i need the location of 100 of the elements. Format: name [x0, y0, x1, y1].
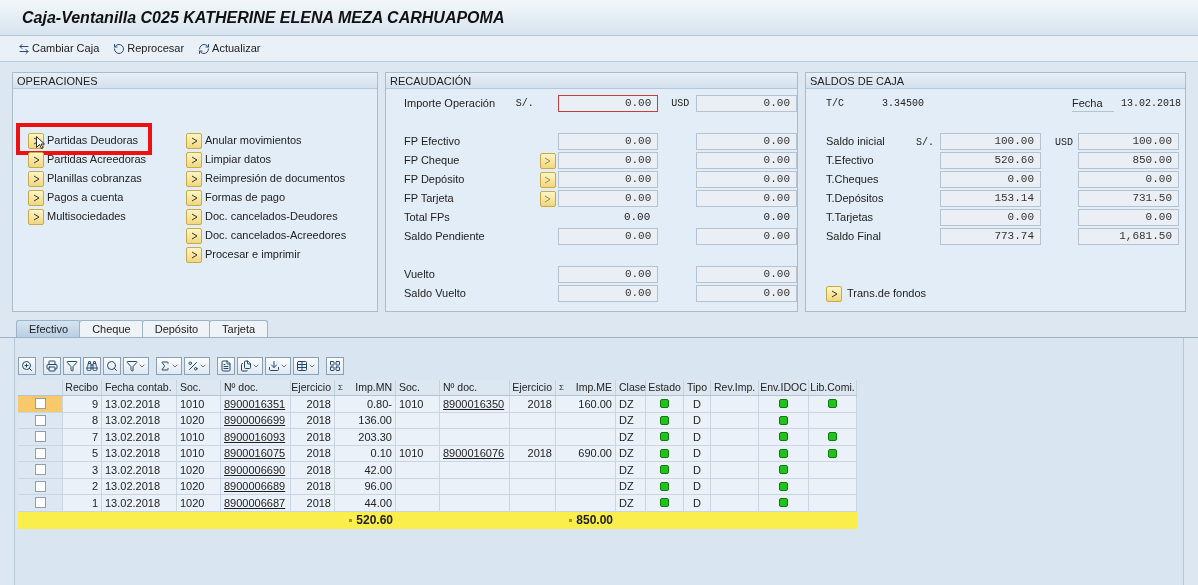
column-header[interactable]: Ejercicio: [291, 379, 331, 396]
operation-label[interactable]: Partidas Deudoras: [47, 132, 139, 149]
row-selector[interactable]: [18, 462, 63, 478]
amount-field[interactable]: 0.00: [557, 228, 659, 245]
transfer-label[interactable]: Trans.de fondos: [847, 285, 927, 302]
amount-field[interactable]: 0.00: [696, 171, 797, 188]
amount-field[interactable]: 0.00: [557, 266, 659, 283]
amount-field[interactable]: 1,681.50: [1078, 228, 1179, 245]
operation-label[interactable]: Planillas cobranzas: [47, 170, 142, 187]
amount-field[interactable]: 850.00: [1078, 152, 1179, 169]
amount-field[interactable]: 0.00: [696, 190, 797, 207]
column-header[interactable]: Rev.Imp.: [714, 379, 756, 396]
operation-label[interactable]: Formas de pago: [205, 189, 286, 206]
amount-field[interactable]: 0.00: [696, 266, 797, 283]
tab[interactable]: Depósito: [141, 320, 212, 337]
checkbox[interactable]: [34, 431, 46, 443]
column-header[interactable]: Clase: [619, 379, 646, 396]
amount-field[interactable]: 153.14: [940, 190, 1041, 207]
operation-label[interactable]: Multisociedades: [47, 208, 126, 225]
operation-label[interactable]: Limpiar datos: [205, 151, 272, 168]
amount-field[interactable]: 0.00: [557, 171, 659, 188]
toolbar-button[interactable]: Cambiar Caja: [18, 40, 100, 57]
operation-label[interactable]: Reimpresión de documentos: [205, 170, 346, 187]
column-header[interactable]: Imp.ME: [575, 379, 612, 396]
column-header[interactable]: Nº doc.: [443, 379, 478, 396]
operation-label[interactable]: Partidas Acreedoras: [47, 151, 147, 168]
toolbar-icon-button[interactable]: [265, 357, 291, 375]
operation-label[interactable]: Doc. cancelados-Deudores: [205, 208, 338, 225]
amount-field[interactable]: 773.74: [940, 228, 1041, 245]
column-header[interactable]: Nº doc.: [224, 379, 259, 396]
toolbar-icon-button[interactable]: [293, 357, 319, 375]
column-header[interactable]: Recibo: [65, 379, 98, 396]
amount-field[interactable]: 520.60: [940, 152, 1041, 169]
tab[interactable]: Cheque: [79, 320, 144, 337]
toolbar-icon-button[interactable]: [123, 357, 149, 375]
column-header[interactable]: Estado: [648, 379, 681, 396]
column-header[interactable]: Imp.MN: [355, 379, 392, 396]
toolbar-icon-button[interactable]: [18, 357, 36, 375]
row-selector[interactable]: [18, 396, 63, 412]
toolbar-button[interactable]: Reprocesar: [113, 40, 185, 57]
amount-field[interactable]: 0.00: [557, 152, 659, 169]
amount-field[interactable]: 0.00: [1078, 209, 1179, 226]
tab[interactable]: Tarjeta: [209, 320, 269, 337]
checkbox[interactable]: [34, 414, 46, 426]
amount-field[interactable]: 0.00: [940, 209, 1041, 226]
amount-field[interactable]: 0.00: [557, 133, 659, 150]
amount-field[interactable]: 100.00: [1078, 133, 1179, 150]
amount-field[interactable]: 0.00: [696, 285, 797, 302]
document-link[interactable]: 8900016075: [224, 445, 286, 462]
document-link[interactable]: 8900016351: [224, 395, 286, 412]
tab[interactable]: Efectivo: [16, 320, 82, 337]
amount-field[interactable]: 0.00: [696, 228, 797, 245]
amount-field[interactable]: 100.00: [940, 133, 1041, 150]
amount-field[interactable]: 0.00: [557, 285, 659, 302]
toolbar-icon-button[interactable]: [326, 357, 344, 375]
column-header[interactable]: Lib.Comi.: [810, 379, 855, 396]
checkbox[interactable]: [34, 398, 46, 410]
document-link[interactable]: 8900006690: [224, 461, 286, 478]
column-header[interactable]: Env.IDOC: [760, 379, 807, 396]
checkbox[interactable]: [34, 497, 46, 509]
document-link[interactable]: 8900016350: [443, 395, 505, 412]
document-link[interactable]: 8900016093: [224, 428, 286, 445]
checkbox[interactable]: [34, 447, 46, 459]
toolbar-icon-button[interactable]: [156, 357, 182, 375]
checkbox[interactable]: [34, 480, 46, 492]
document-link[interactable]: 8900016076: [443, 445, 505, 462]
chevron-right-icon: [544, 175, 552, 184]
row-selector[interactable]: [18, 495, 63, 511]
amount-field[interactable]: 0.00: [1078, 171, 1179, 188]
toolbar-icon-button[interactable]: [103, 357, 121, 375]
document-link[interactable]: 8900006689: [224, 478, 286, 495]
amount-field[interactable]: 0.00: [557, 190, 659, 207]
toolbar-icon-button[interactable]: [237, 357, 263, 375]
toolbar-icon-button[interactable]: [63, 357, 81, 375]
column-header[interactable]: Ejercicio: [512, 379, 552, 396]
column-header[interactable]: Tipo: [687, 379, 708, 396]
amount-field[interactable]: 0.00: [696, 95, 797, 112]
operation-label[interactable]: Pagos a cuenta: [47, 189, 124, 206]
checkbox[interactable]: [34, 464, 46, 476]
toolbar-icon-button[interactable]: [184, 357, 210, 375]
document-link[interactable]: 8900006687: [224, 494, 286, 511]
row-selector[interactable]: [18, 429, 63, 445]
caret-icon: [138, 362, 146, 370]
toolbar-icon-button[interactable]: [217, 357, 235, 375]
amount-field[interactable]: 0.00: [557, 95, 659, 112]
operation-label[interactable]: Doc. cancelados-Acreedores: [205, 227, 347, 244]
amount-field[interactable]: 0.00: [940, 171, 1041, 188]
amount-field[interactable]: 731.50: [1078, 190, 1179, 207]
amount-field[interactable]: 0.00: [696, 152, 797, 169]
column-header[interactable]: Soc.: [180, 379, 201, 396]
amount-field[interactable]: 0.00: [696, 133, 797, 150]
operation-label[interactable]: Anular movimientos: [205, 132, 302, 149]
toolbar-icon-button[interactable]: [83, 357, 101, 375]
column-header[interactable]: Soc.: [399, 379, 420, 396]
document-link[interactable]: 8900006699: [224, 412, 286, 429]
toolbar-button[interactable]: Actualizar: [198, 40, 261, 57]
operation-label[interactable]: Procesar e imprimir: [205, 246, 301, 263]
table-cell-text: D: [693, 413, 701, 428]
column-header[interactable]: Fecha contab.: [105, 379, 172, 396]
toolbar-icon-button[interactable]: [43, 357, 61, 375]
